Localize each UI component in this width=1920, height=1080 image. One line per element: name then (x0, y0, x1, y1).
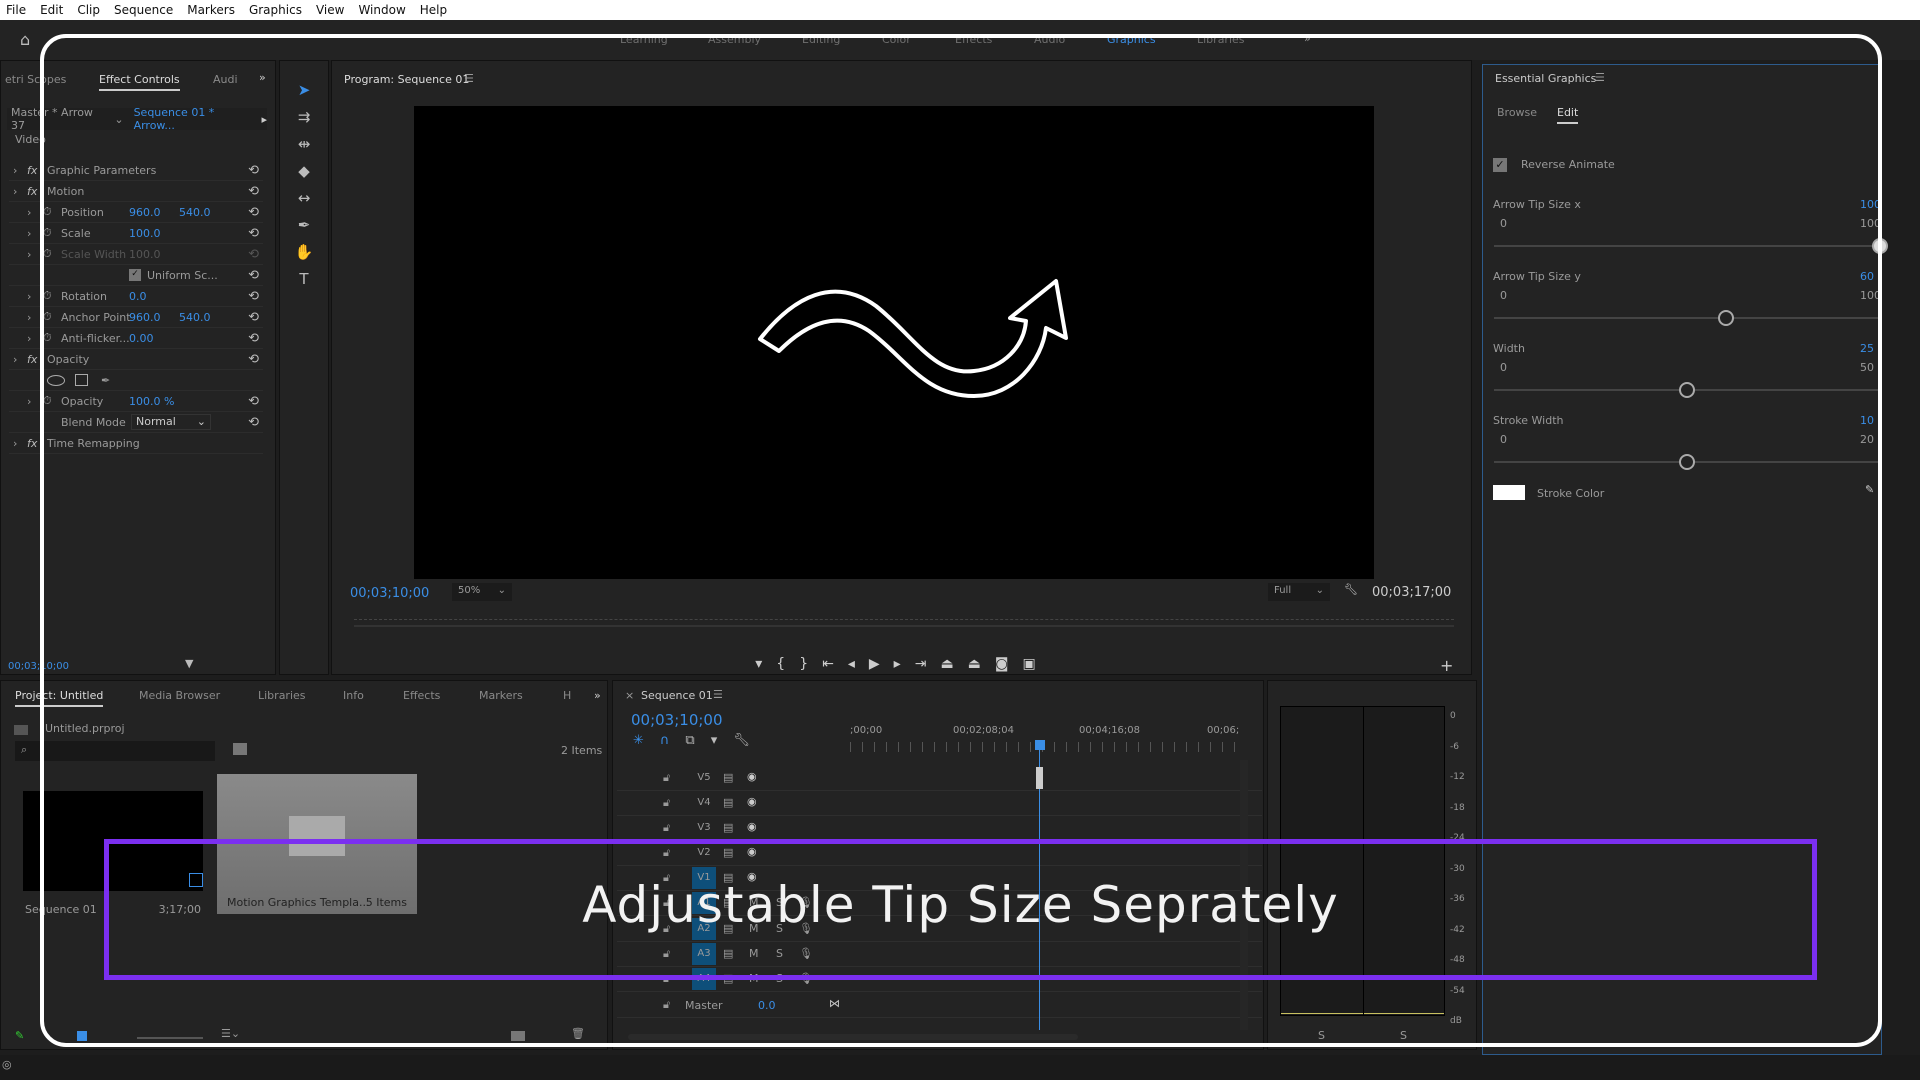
expand-chevron-icon[interactable]: › (27, 206, 31, 219)
fx-icon[interactable]: fx (27, 185, 37, 198)
expand-chevron-icon[interactable]: › (13, 437, 17, 450)
fx-icon[interactable]: fx (27, 164, 37, 177)
expand-chevron-icon[interactable]: › (27, 248, 31, 261)
menu-graphics[interactable]: Graphics (249, 3, 302, 17)
menu-help[interactable]: Help (420, 3, 447, 17)
expand-chevron-icon[interactable]: › (27, 290, 31, 303)
menu-file[interactable]: File (6, 3, 26, 17)
project-file-icon (14, 725, 28, 735)
expand-chevron-icon[interactable]: › (13, 185, 17, 198)
expand-chevron-icon[interactable]: › (13, 353, 17, 366)
status-bar: ◎ (0, 1055, 1920, 1080)
menu-window[interactable]: Window (358, 3, 405, 17)
expand-chevron-icon[interactable]: › (27, 311, 31, 324)
menu-markers[interactable]: Markers (187, 3, 235, 17)
fx-icon[interactable]: fx (27, 353, 37, 366)
menu-view[interactable]: View (316, 3, 344, 17)
menu-bar: File Edit Clip Sequence Markers Graphics View W… (0, 0, 1920, 20)
creative-cloud-icon[interactable]: ◎ (2, 1058, 12, 1071)
expand-chevron-icon[interactable]: › (27, 332, 31, 345)
menu-sequence[interactable]: Sequence (114, 3, 173, 17)
menu-edit[interactable]: Edit (40, 3, 63, 17)
expand-chevron-icon[interactable]: › (13, 164, 17, 177)
caption-text: Adjustable Tip Size Seprately (582, 876, 1339, 934)
menu-clip[interactable]: Clip (77, 3, 100, 17)
home-icon[interactable]: ⌂ (20, 30, 30, 49)
expand-chevron-icon[interactable]: › (27, 395, 31, 408)
fx-icon[interactable]: fx (27, 437, 37, 450)
expand-chevron-icon[interactable]: › (27, 227, 31, 240)
pencil-icon[interactable]: ✎ (15, 1029, 24, 1042)
